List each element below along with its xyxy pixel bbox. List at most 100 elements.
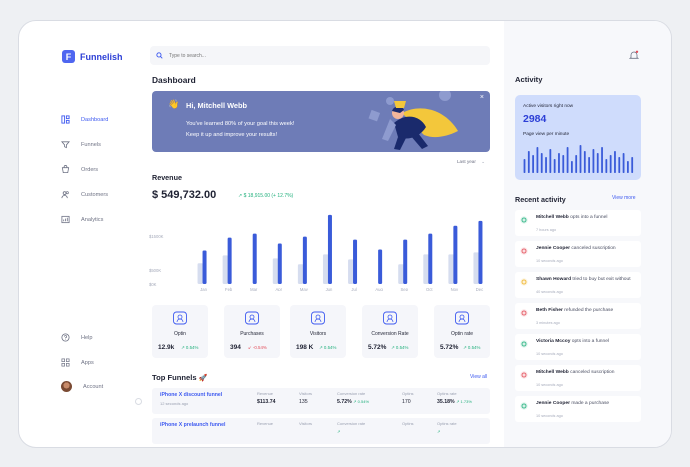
sidebar-item-account[interactable]: Account	[61, 381, 103, 392]
funnel-activity-icon	[520, 216, 528, 224]
brand-logo[interactable]: F Funnelish	[62, 50, 123, 63]
stat-card-optin-rate[interactable]: Optin rate 5.72% ↗ 0.54%	[434, 305, 490, 358]
y-tick-label: $500K	[149, 268, 161, 273]
column-header: Revenue	[257, 391, 274, 396]
search-bar[interactable]	[150, 46, 490, 65]
x-tick-label: Jan	[200, 287, 207, 291]
activity-item[interactable]: Mitchell Webb canceled suscription 10 sec…	[515, 365, 641, 391]
optin-rate-change: ↗ 1.73%	[456, 399, 472, 404]
bar-sep-series-1[interactable]	[398, 264, 404, 284]
cell-value: 135	[299, 399, 308, 405]
funnel-name[interactable]: iPhone X discount funnel	[160, 392, 222, 398]
arrow-up-icon: ↗	[463, 345, 467, 350]
optin-rate-icon	[455, 311, 469, 325]
sidebar-item-orders[interactable]: Orders	[61, 165, 98, 174]
sidebar-item-label: Analytics	[81, 216, 104, 223]
table-row[interactable]: iPhone X prelaunch funnel Revenue Visitors…	[152, 418, 490, 444]
stat-change: ↗ 0.54%	[391, 345, 408, 351]
sidebar-item-analytics[interactable]: Analytics	[61, 215, 103, 224]
activity-item[interactable]: Beth Fisher refunded the purchase 3 minut…	[515, 303, 641, 329]
bar-nov-series-2[interactable]	[453, 225, 458, 284]
mini-bar	[592, 149, 595, 173]
brand-name: Funnelish	[80, 51, 123, 62]
bar-apr-series-2[interactable]	[277, 243, 282, 284]
bar-aug-series-2[interactable]	[378, 249, 383, 284]
bar-sep-series-2[interactable]	[403, 239, 408, 284]
sidebar-item-dashboard[interactable]: Dashboard	[61, 115, 108, 124]
bar-jul-series-2[interactable]	[353, 239, 358, 284]
funnel-name[interactable]: iPhone X prelaunch funnel	[160, 422, 225, 428]
stat-card-conversion-rate[interactable]: Conversion Rate 5.72% ↗ 0.54%	[362, 305, 418, 358]
arrow-up-icon: ↗	[337, 429, 341, 434]
activity-text: Jennie Cooper made a purchase	[536, 401, 610, 406]
stat-value: 198 K	[296, 344, 314, 351]
stat-card-optin[interactable]: Optin 12.9k ↗ 0.54%	[152, 305, 208, 358]
sidebar-item-funnels[interactable]: Funnels	[61, 140, 101, 149]
sidebar-item-apps[interactable]: Apps	[61, 358, 94, 367]
notification-bell-icon[interactable]	[629, 50, 639, 60]
banner-message: You've learned 80% of your goal this wee…	[186, 119, 336, 140]
funnel-col-visitors: Visitors	[299, 421, 312, 429]
table-row[interactable]: iPhone X discount funnel 12 seconds ago Re…	[152, 388, 490, 414]
sidebar-item-customers[interactable]: Customers	[61, 190, 108, 199]
cart-icon	[520, 278, 528, 286]
period-value: Last year	[457, 159, 476, 164]
revenue-amount: $ 549,732.00	[152, 189, 217, 201]
sidebar: F Funnelish Dashboard Funnels Orders Cus…	[19, 21, 140, 447]
mini-bar	[614, 151, 616, 173]
view-all-link[interactable]: View all	[470, 374, 487, 380]
collapse-sidebar-handle[interactable]	[135, 398, 142, 405]
stat-card-visitors[interactable]: Visitors 198 K ↗ 0.54%	[290, 305, 346, 358]
mini-bar	[545, 157, 547, 173]
banner-line-1: You've learned 80% of your goal this wee…	[186, 121, 295, 127]
bar-oct-series-2[interactable]	[428, 233, 433, 284]
search-input[interactable]	[169, 52, 369, 59]
page-title: Dashboard	[152, 75, 196, 85]
bar-may-series-2[interactable]	[302, 236, 307, 284]
mini-bar	[562, 155, 565, 173]
stat-card-purchases[interactable]: Purchases 394 ↙ -0.54%	[224, 305, 280, 358]
x-tick-label: Apr	[276, 287, 283, 291]
bar-may-series-1[interactable]	[297, 264, 304, 284]
avatar	[61, 381, 72, 392]
activity-item[interactable]: Jennie Cooper canceled suscription 10 sec…	[515, 241, 641, 267]
mini-bar	[553, 159, 556, 173]
activity-time: 10 seconds ago	[536, 383, 563, 387]
bar-apr-series-1[interactable]	[272, 258, 279, 284]
y-tick-label: $0K	[149, 282, 157, 287]
mini-bar	[532, 155, 535, 173]
bar-jul-series-1[interactable]	[348, 259, 354, 284]
stat-value: 5.72%	[368, 344, 387, 351]
optin-rate-change: ↗	[437, 429, 440, 434]
x-tick-label: Jun	[326, 287, 333, 291]
bar-dec-series-2[interactable]	[478, 220, 483, 284]
visitors-icon	[311, 311, 325, 325]
mini-bar	[549, 149, 552, 173]
activity-time: 10 seconds ago	[536, 259, 563, 263]
activity-item[interactable]: Mitchell Webb opts into a funnel 7 hours …	[515, 210, 641, 236]
activity-item[interactable]: Shawn Howard tried to buy but exit witho…	[515, 272, 641, 298]
stat-change-value: 0.54%	[323, 345, 337, 350]
bar-jan-series-1[interactable]	[197, 263, 204, 284]
bar-oct-series-1[interactable]	[423, 254, 429, 284]
bar-feb-series-1[interactable]	[222, 255, 229, 284]
analytics-icon	[61, 215, 70, 224]
orders-icon	[61, 165, 70, 174]
period-select[interactable]: Last year ⌄	[457, 159, 485, 165]
sidebar-item-help[interactable]: Help	[61, 333, 93, 342]
bar-mar-series-2[interactable]	[252, 233, 257, 284]
view-more-link[interactable]: View more	[612, 195, 636, 201]
stat-change-value: 0.54%	[467, 345, 481, 350]
stat-change-value: 0.54%	[395, 345, 409, 350]
bar-jun-series-2[interactable]	[327, 214, 332, 284]
bar-dec-series-1[interactable]	[473, 252, 479, 284]
bar-jun-series-1[interactable]	[322, 254, 329, 284]
bar-nov-series-1[interactable]	[448, 254, 454, 284]
stat-label: Purchases	[240, 331, 264, 337]
activity-item[interactable]: Jennie Cooper made a purchase 10 seconds …	[515, 396, 641, 422]
x-tick-label: Oct	[426, 287, 433, 291]
bar-jan-series-2[interactable]	[202, 250, 207, 284]
activity-item[interactable]: Victoria Mccoy opts into a funnel 10 seco…	[515, 334, 641, 360]
close-icon[interactable]: ×	[480, 94, 484, 101]
bar-feb-series-2[interactable]	[227, 237, 232, 284]
